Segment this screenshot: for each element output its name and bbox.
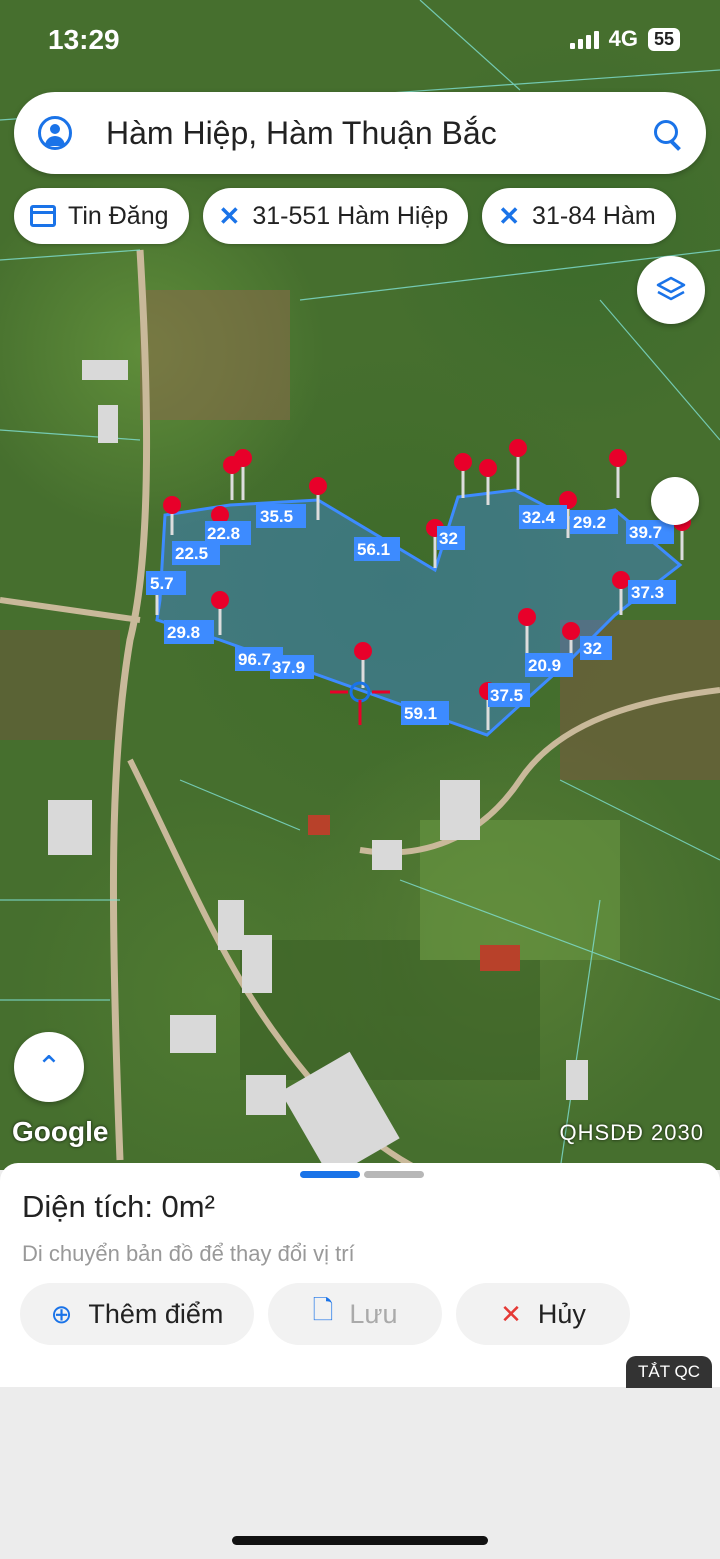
add-point-label: Thêm điểm bbox=[88, 1298, 224, 1329]
layers-button[interactable] bbox=[637, 256, 705, 324]
svg-text:29.8: 29.8 bbox=[167, 623, 200, 642]
svg-text:35.5: 35.5 bbox=[260, 507, 293, 526]
vertex-pin bbox=[454, 453, 472, 498]
floating-dot-button[interactable] bbox=[651, 477, 699, 525]
chevron-up-icon: ⌃ bbox=[36, 1050, 62, 1084]
hint-text: Di chuyển bản đồ để thay đổi vị trí bbox=[22, 1241, 355, 1266]
measure-label: 32 bbox=[437, 526, 465, 550]
chip-label: Tin Đăng bbox=[68, 201, 169, 230]
home-indicator bbox=[232, 1536, 488, 1545]
svg-text:29.2: 29.2 bbox=[573, 513, 606, 532]
user-icon[interactable] bbox=[38, 116, 72, 150]
measure-label: 37.5 bbox=[488, 683, 530, 707]
search-text[interactable]: Hàm Hiệp, Hàm Thuận Bắc bbox=[106, 115, 652, 152]
action-buttons: ⊕ Thêm điểm 🗋 Lưu ✕ Hủy bbox=[20, 1283, 630, 1345]
disable-ads-button[interactable]: TẮT QC bbox=[625, 1356, 712, 1388]
status-bar: 13:29 4G 55 bbox=[0, 0, 720, 80]
measure-label: 59.1 bbox=[401, 701, 449, 725]
svg-text:22.8: 22.8 bbox=[207, 524, 240, 543]
measure-label: 37.9 bbox=[270, 655, 314, 679]
measure-label: 32 bbox=[580, 636, 612, 660]
measure-label: 5.7 bbox=[146, 571, 186, 595]
calendar-icon bbox=[30, 205, 56, 227]
cancel-label: Hủy bbox=[537, 1298, 586, 1329]
svg-text:37.5: 37.5 bbox=[490, 686, 523, 705]
measure-label: 37.3 bbox=[628, 580, 676, 604]
close-icon: ✕ bbox=[500, 1298, 522, 1329]
vertex-pin bbox=[509, 439, 527, 490]
map-marker-x-icon: ✕ bbox=[498, 200, 521, 231]
measure-label: 35.5 bbox=[256, 504, 306, 528]
save-button[interactable]: 🗋 Lưu bbox=[268, 1283, 442, 1345]
svg-text:5.7: 5.7 bbox=[150, 574, 174, 593]
measure-label: 29.2 bbox=[570, 510, 618, 534]
chip-tin-dang[interactable]: Tin Đăng bbox=[14, 188, 189, 244]
filter-chips: Tin Đăng ✕ 31-551 Hàm Hiệp ✕ 31-84 Hàm bbox=[14, 188, 676, 244]
expand-up-button[interactable]: ⌃ bbox=[14, 1032, 84, 1102]
status-indicators: 4G 55 bbox=[569, 26, 680, 52]
svg-text:20.9: 20.9 bbox=[528, 656, 561, 675]
svg-text:32.4: 32.4 bbox=[522, 508, 556, 527]
satellite-map[interactable]: 35.5 22.8 22.5 5.7 29.8 96.7 37.9 56.1 3… bbox=[0, 0, 720, 1170]
chip-31-551[interactable]: ✕ 31-551 Hàm Hiệp bbox=[202, 188, 469, 244]
measure-label: 56.1 bbox=[354, 537, 400, 561]
map-layer-label: QHSDĐ 2030 bbox=[559, 1120, 704, 1145]
svg-text:37.9: 37.9 bbox=[272, 658, 305, 677]
save-label: Lưu bbox=[349, 1298, 398, 1329]
measure-label: 32.4 bbox=[519, 505, 567, 529]
svg-text:32: 32 bbox=[583, 639, 602, 658]
svg-text:59.1: 59.1 bbox=[404, 704, 437, 723]
vertex-pin bbox=[234, 449, 252, 500]
map-marker-x-icon: ✕ bbox=[218, 200, 241, 231]
layers-icon bbox=[656, 276, 686, 301]
svg-text:32: 32 bbox=[439, 529, 458, 548]
file-add-icon: 🗋 bbox=[312, 1295, 334, 1325]
sheet-pager[interactable] bbox=[300, 1171, 424, 1178]
measure-label: 29.8 bbox=[164, 620, 214, 644]
svg-text:37.3: 37.3 bbox=[631, 583, 664, 602]
svg-text:39.7: 39.7 bbox=[629, 523, 662, 542]
signal-icon bbox=[569, 29, 599, 49]
search-bar[interactable]: Hàm Hiệp, Hàm Thuận Bắc bbox=[14, 92, 706, 174]
map-overlay: 35.5 22.8 22.5 5.7 29.8 96.7 37.9 56.1 3… bbox=[0, 0, 720, 1170]
cancel-button[interactable]: ✕ Hủy bbox=[456, 1283, 630, 1345]
measure-label: 22.5 bbox=[172, 541, 220, 565]
vertex-pin bbox=[609, 449, 627, 498]
add-point-button[interactable]: ⊕ Thêm điểm bbox=[20, 1283, 254, 1345]
chip-label: 31-84 Hàm bbox=[532, 201, 656, 230]
search-icon[interactable] bbox=[652, 118, 682, 148]
battery-icon: 55 bbox=[647, 27, 680, 51]
svg-text:56.1: 56.1 bbox=[357, 540, 390, 559]
svg-text:22.5: 22.5 bbox=[175, 544, 208, 563]
area-label: Diện tích: 0m² bbox=[22, 1189, 215, 1224]
measure-label: 20.9 bbox=[525, 653, 573, 677]
add-location-icon: ⊕ bbox=[50, 1298, 73, 1329]
chip-31-84[interactable]: ✕ 31-84 Hàm bbox=[482, 188, 676, 244]
status-time: 13:29 bbox=[48, 24, 120, 55]
svg-text:96.7: 96.7 bbox=[238, 650, 271, 669]
network-label: 4G bbox=[608, 26, 638, 51]
google-logo: Google bbox=[12, 1116, 109, 1147]
bottom-sheet: Diện tích: 0m² Di chuyển bản đồ để thay … bbox=[0, 1163, 720, 1387]
chip-label: 31-551 Hàm Hiệp bbox=[252, 201, 449, 230]
